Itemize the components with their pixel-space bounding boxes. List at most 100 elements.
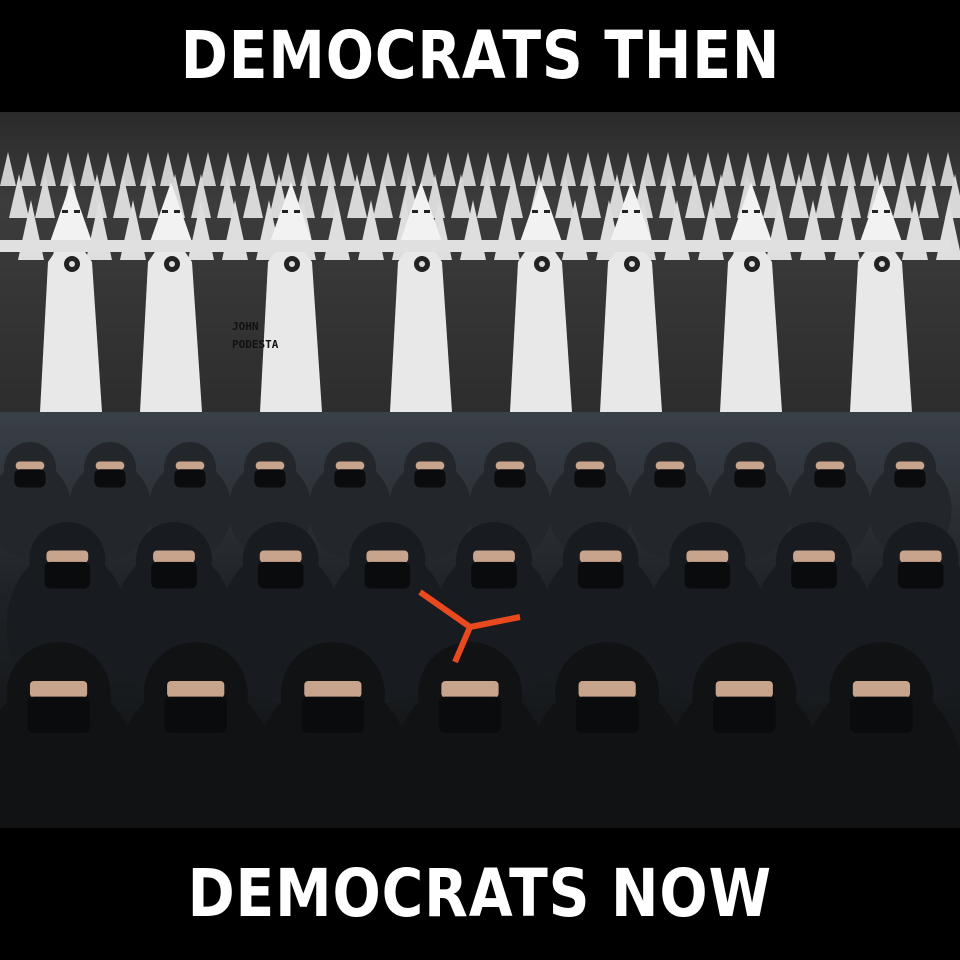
face-mask — [575, 696, 639, 733]
overlay-label-line2: PODESTA — [232, 338, 279, 351]
emblem-center — [539, 261, 545, 267]
face-strip — [167, 681, 225, 698]
hood-shape — [800, 152, 816, 186]
hood-shape — [540, 152, 556, 186]
face-strip — [255, 461, 285, 470]
modern-photo — [0, 412, 960, 828]
face-mask — [654, 469, 686, 488]
face-mask — [44, 561, 91, 589]
face-strip — [175, 461, 205, 470]
hood-shape — [20, 152, 36, 186]
face-mask — [494, 469, 526, 488]
eyehole-shape — [872, 210, 878, 213]
eyehole-shape — [532, 210, 538, 213]
hood-shape — [180, 152, 196, 186]
hood-shape — [620, 152, 636, 186]
face-mask — [438, 696, 502, 733]
eyehole-shape — [294, 210, 300, 213]
hood-shape — [300, 152, 316, 186]
face-mask — [14, 469, 46, 488]
face-mask — [27, 696, 90, 733]
face-strip — [95, 461, 125, 470]
face-mask — [257, 561, 304, 589]
hood-shape — [50, 182, 92, 242]
face-mask — [734, 469, 766, 488]
robed-crowd-illustration: JOHN PODESTA — [0, 152, 960, 412]
bottom-caption: DEMOCRATS NOW — [187, 855, 773, 932]
hood-shape — [80, 152, 96, 186]
eyehole-shape — [884, 210, 890, 213]
hood-shape — [40, 152, 56, 186]
face-strip — [441, 681, 499, 698]
eyehole-shape — [634, 210, 640, 213]
emblem-center — [629, 261, 635, 267]
emblem-center — [69, 261, 75, 267]
emblem-center — [749, 261, 755, 267]
face-mask — [684, 561, 731, 589]
face-mask — [713, 696, 776, 733]
hood-shape — [840, 152, 856, 186]
hood-shape — [600, 152, 616, 186]
face-mask — [364, 561, 411, 589]
eyehole-shape — [74, 210, 80, 213]
face-mask — [791, 561, 837, 589]
face-mask — [897, 561, 944, 589]
masked-crowd-illustration — [0, 442, 960, 828]
hood-shape — [320, 152, 336, 186]
hood-shape — [260, 152, 276, 186]
arm-shape — [350, 240, 490, 252]
hood-shape — [560, 152, 576, 186]
eyehole-shape — [62, 210, 68, 213]
face-mask — [471, 561, 517, 589]
face-strip — [495, 461, 525, 470]
face-strip — [15, 461, 45, 470]
hood-shape — [360, 152, 376, 186]
face-mask — [151, 561, 197, 589]
face-strip — [735, 461, 765, 470]
face-strip — [46, 550, 89, 563]
face-mask — [301, 696, 365, 733]
eyehole-shape — [282, 210, 288, 213]
eyehole-shape — [162, 210, 168, 213]
face-mask — [334, 469, 366, 488]
arm-shape — [810, 240, 950, 252]
eyehole-shape — [174, 210, 180, 213]
face-strip — [899, 550, 942, 563]
face-strip — [579, 550, 622, 563]
face-strip — [335, 461, 365, 470]
emblem-center — [169, 261, 175, 267]
eyehole-shape — [622, 210, 628, 213]
emblem-center — [419, 261, 425, 267]
hood-shape — [860, 152, 876, 186]
hood-shape — [520, 182, 562, 242]
face-strip — [259, 550, 302, 563]
eyehole-shape — [424, 210, 430, 213]
face-mask — [164, 696, 227, 733]
face-strip — [852, 681, 911, 698]
hood-shape — [340, 152, 356, 186]
face-mask — [894, 469, 926, 488]
face-mask — [850, 696, 913, 733]
eyehole-shape — [742, 210, 748, 213]
arm-shape — [560, 240, 700, 252]
face-mask — [574, 469, 606, 488]
face-strip — [153, 550, 195, 563]
face-mask — [414, 469, 446, 488]
face-mask — [814, 469, 846, 488]
face-strip — [29, 681, 88, 698]
top-caption: DEMOCRATS THEN — [180, 17, 780, 94]
face-strip — [366, 550, 409, 563]
bottom-caption-band: DEMOCRATS NOW — [0, 828, 960, 960]
face-mask — [577, 561, 624, 589]
eyehole-shape — [412, 210, 418, 213]
hood-shape — [100, 152, 116, 186]
face-strip — [715, 681, 773, 698]
hood-shape — [60, 152, 76, 186]
face-mask — [254, 469, 286, 488]
hood-shape — [880, 152, 896, 186]
meme-image: DEMOCRATS THEN JOHN PODESTA DEMOCRATS NOW — [0, 0, 960, 960]
hood-shape — [440, 152, 456, 186]
face-strip — [655, 461, 685, 470]
face-strip — [304, 681, 362, 698]
arm-shape — [220, 240, 360, 252]
